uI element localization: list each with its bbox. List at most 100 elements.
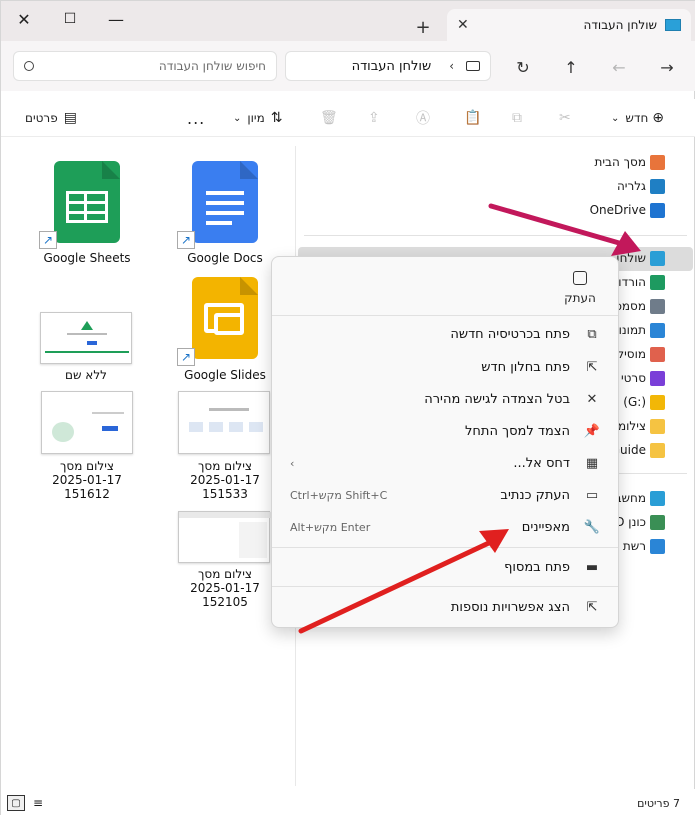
- file-screenshot-151612[interactable]: צילום מסך 2025-01-17 151612: [32, 459, 142, 501]
- context-menu-item[interactable]: ▬ פתח במסוף: [280, 552, 610, 582]
- forward-button[interactable]: ←: [605, 53, 633, 81]
- breadcrumb-desktop[interactable]: שולחן העבודה: [352, 59, 432, 74]
- sidebar-item-label: OneDrive: [589, 203, 646, 217]
- details-view-button[interactable]: ≡: [29, 795, 47, 811]
- context-copy-button[interactable]: העתק: [560, 267, 600, 305]
- path-field[interactable]: › שולחן העבודה: [285, 51, 491, 81]
- search-icon: [24, 61, 34, 71]
- google-sheets-icon[interactable]: [54, 161, 120, 243]
- new-button[interactable]: ⊕ חדש ⌄: [611, 105, 664, 131]
- context-menu-item[interactable]: ▦ דחס אל... ‹: [280, 448, 610, 478]
- list-icon: ≡: [32, 796, 44, 810]
- large-icons-view-button[interactable]: ▢: [7, 795, 25, 811]
- unpin-icon: ✕: [586, 391, 598, 407]
- title-bar: ✕ ☐ — + שולחן העבודה ✕: [1, 1, 695, 41]
- screenshot-thumbnail[interactable]: [178, 391, 270, 454]
- file-screenshot-151533[interactable]: צילום מסך 2025-01-17 151533: [170, 459, 280, 501]
- new-label: חדש: [625, 111, 649, 125]
- share-icon: ⇪: [368, 110, 380, 126]
- rename-button[interactable]: Ⓐ: [416, 105, 430, 131]
- sidebar-item-label: תמונו: [618, 323, 646, 337]
- tab-close-button[interactable]: ✕: [457, 17, 469, 33]
- share-button[interactable]: ⇪: [368, 105, 380, 131]
- more-button[interactable]: ...: [187, 105, 205, 131]
- sort-icon: ⇅: [270, 110, 283, 126]
- terminal-icon: ▬: [585, 559, 599, 575]
- file-untitled[interactable]: ללא שם: [31, 368, 141, 382]
- thumb-header: [179, 512, 271, 518]
- rename-icon: Ⓐ: [416, 111, 430, 127]
- copy-button[interactable]: ⧉: [512, 105, 522, 131]
- search-input[interactable]: חיפוש שולחן העבודה: [13, 51, 277, 81]
- music-icon: [650, 346, 665, 362]
- sidebar-item[interactable]: גלריה: [617, 175, 665, 197]
- thumb-card: [209, 422, 223, 432]
- context-menu-item[interactable]: ⧉ פתח בכרטיסיה חדשה: [280, 319, 610, 349]
- page-fold: [102, 161, 120, 179]
- sidebar-item[interactable]: תמונו: [619, 319, 665, 341]
- sheet-grid-line: [66, 211, 108, 214]
- cut-button[interactable]: ✂: [559, 105, 571, 131]
- sidebar-item-label: מסמכ: [615, 299, 646, 313]
- sort-button[interactable]: ⇅ מיון ⌄: [233, 105, 283, 131]
- search-placeholder: חיפוש שולחן העבודה: [158, 59, 266, 73]
- shortcut-arrow-icon: ↗: [39, 231, 57, 249]
- thumb-line: [209, 408, 249, 411]
- screenshot-thumbnail[interactable]: [178, 511, 271, 563]
- delete-button[interactable]: 🗑: [320, 105, 338, 131]
- sidebar-item[interactable]: OneDrive: [590, 199, 665, 221]
- screenshot-thumbnail[interactable]: [41, 391, 133, 454]
- file-label-line: 151533: [202, 487, 248, 501]
- file-label-line: 151612: [64, 487, 110, 501]
- context-menu-item[interactable]: ⇱ הצג אפשרויות נוספות: [280, 592, 610, 622]
- paste-button[interactable]: 📋: [464, 105, 481, 131]
- context-menu-item[interactable]: ▭ העתק כנתיב Ctrl+מקש Shift+C: [280, 480, 610, 510]
- home-icon: [650, 154, 665, 170]
- sheet-grid-line: [84, 191, 87, 223]
- context-menu-shortcut: Alt+מקש Enter: [290, 520, 371, 534]
- sidebar-item-label: מסך הבית: [594, 155, 646, 169]
- google-docs-icon[interactable]: [192, 161, 258, 243]
- context-menu-item[interactable]: ✕ בטל הצמדה לגישה מהירה: [280, 384, 610, 414]
- sidebar-item[interactable]: מסמכ: [616, 295, 665, 317]
- file-label: Google Docs: [187, 251, 263, 265]
- back-button[interactable]: →: [653, 53, 681, 81]
- close-window-button[interactable]: ✕: [1, 1, 47, 37]
- sidebar-item[interactable]: מחשב: [615, 487, 665, 509]
- google-slides-icon[interactable]: [192, 277, 258, 359]
- sidebar-item[interactable]: הורדו: [618, 271, 665, 293]
- restore-window-button[interactable]: ☐: [47, 1, 93, 37]
- context-menu-item[interactable]: 📌 הצמד למסך התחל: [280, 416, 610, 446]
- sidebar-item[interactable]: מסך הבית: [594, 151, 665, 173]
- up-button[interactable]: ↑: [557, 53, 585, 81]
- context-menu-item[interactable]: ⇱ פתח בחלון חדש: [280, 352, 610, 382]
- sidebar-item-label: רשת: [622, 539, 646, 553]
- sidebar-item[interactable]: מוסיק: [616, 343, 665, 365]
- sidebar-item[interactable]: רשת: [623, 535, 665, 557]
- refresh-icon: ↻: [516, 57, 530, 77]
- screenshot-thumbnail[interactable]: [40, 312, 132, 364]
- new-tab-button[interactable]: +: [409, 13, 437, 41]
- context-menu-item[interactable]: 🔧 מאפיינים Alt+מקש Enter: [280, 512, 610, 542]
- file-screenshot-152105[interactable]: צילום מסך 2025-01-17 152105: [170, 567, 280, 609]
- sidebar-item[interactable]: צילומ: [618, 415, 665, 437]
- copy-icon: ⧉: [512, 110, 522, 126]
- downloads-icon: [650, 274, 665, 290]
- file-google-docs[interactable]: Google Docs: [170, 251, 280, 265]
- context-menu-label: הצג אפשרויות נוספות: [450, 599, 570, 615]
- file-google-sheets[interactable]: Google Sheets: [32, 251, 142, 265]
- chevron-icon[interactable]: ›: [449, 59, 454, 73]
- thumb-card: [189, 422, 203, 432]
- sidebar-item[interactable]: סרטי: [621, 367, 665, 389]
- thumb-sidebar: [239, 522, 267, 558]
- page-fold: [240, 277, 258, 295]
- details-pane-button[interactable]: ▤ פרטים: [25, 105, 77, 131]
- sidebar-item[interactable]: שולחן: [616, 247, 665, 269]
- file-google-slides[interactable]: Google Slides: [170, 368, 280, 382]
- sidebar-item[interactable]: כונן D: [615, 511, 665, 533]
- sidebar-item[interactable]: e (G:): [612, 391, 665, 413]
- refresh-button[interactable]: ↻: [509, 53, 537, 81]
- minimize-window-button[interactable]: —: [93, 1, 139, 37]
- folder-icon: [650, 442, 665, 458]
- tab-desktop[interactable]: שולחן העבודה ✕: [447, 9, 691, 41]
